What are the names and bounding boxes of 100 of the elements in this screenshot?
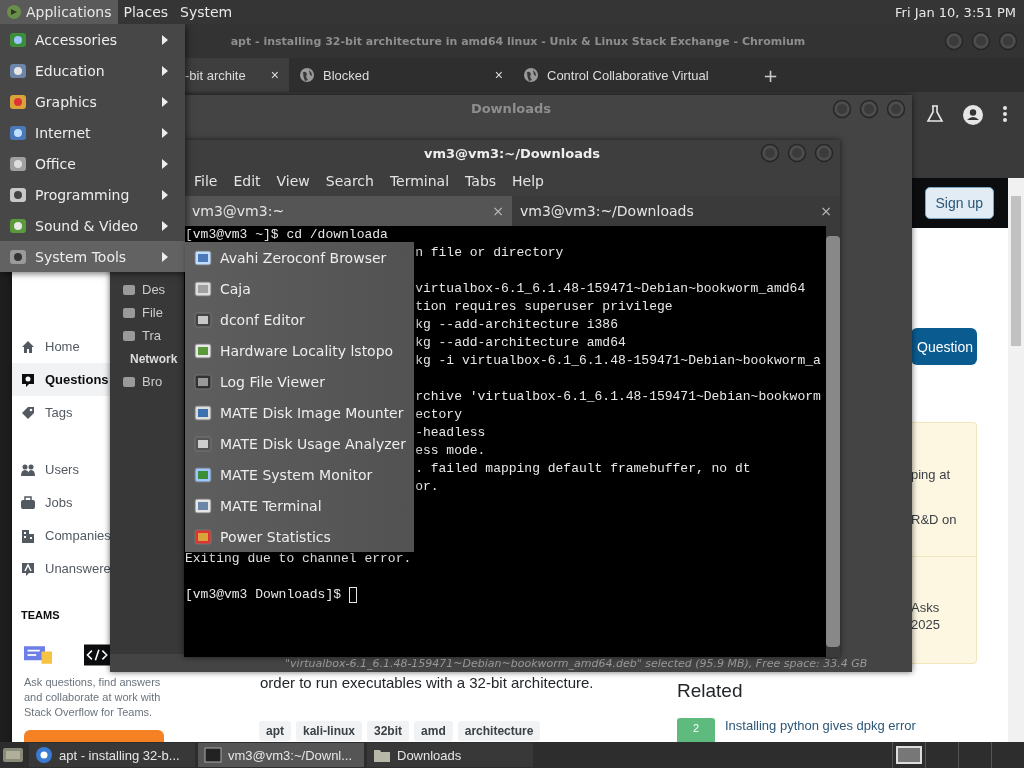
- building-icon: [20, 527, 36, 544]
- browser-tab[interactable]: -bit archite ×: [185, 58, 289, 92]
- profile-icon[interactable]: [962, 104, 984, 126]
- browser-tab[interactable]: Control Collaborative Virtual: [513, 58, 753, 92]
- scrollbar[interactable]: [826, 226, 840, 657]
- tag[interactable]: 32bit: [367, 721, 410, 741]
- terminal-line: kg --add-architecture i386: [415, 317, 618, 332]
- menu-item[interactable]: Programming: [0, 179, 185, 210]
- nav-item[interactable]: Companies: [12, 519, 110, 552]
- tag[interactable]: architecture: [457, 721, 541, 741]
- window-button[interactable]: [859, 98, 879, 119]
- taskbar-button[interactable]: vm3@vm3:~/Downl...: [198, 743, 364, 767]
- menu-item[interactable]: dconf Editor: [185, 304, 414, 335]
- menu-item[interactable]: Education: [0, 55, 185, 86]
- text-cursor: [348, 587, 357, 603]
- scrollbar[interactable]: [1008, 178, 1024, 742]
- app-icon: [193, 247, 213, 268]
- sidebar-item[interactable]: File: [110, 301, 185, 324]
- submenu-arrow-icon: [161, 158, 169, 169]
- window-button[interactable]: [760, 143, 780, 163]
- submenu-arrow-icon: [161, 34, 169, 45]
- code-icon: [83, 643, 110, 667]
- nav-item[interactable]: Unanswere: [12, 552, 110, 585]
- menu-item[interactable]: Terminal: [381, 173, 458, 189]
- app-icon: [193, 340, 213, 361]
- sidebar-item[interactable]: Tra: [110, 324, 185, 347]
- tag[interactable]: apt: [259, 721, 291, 741]
- answer-icon: [20, 560, 36, 577]
- app-icon: [193, 371, 213, 392]
- nav-item[interactable]: Home: [12, 330, 110, 363]
- related-link[interactable]: Installing python gives dpkg error: [725, 718, 916, 733]
- blog-entry[interactable]: R&D on: [911, 511, 976, 528]
- menu-item[interactable]: Help: [504, 173, 552, 189]
- blog-entry[interactable]: ping at: [911, 466, 976, 483]
- menu-item[interactable]: View: [268, 173, 318, 189]
- place-icon: [122, 374, 136, 389]
- menu-item[interactable]: Tabs: [457, 173, 505, 189]
- terminal-line: [vm3@vm3 ~]$ cd /downloada: [185, 227, 388, 242]
- nav-item[interactable]: Tags: [12, 396, 110, 429]
- terminal-tab[interactable]: vm3@vm3:~/Downloads ×: [512, 196, 840, 226]
- flask-icon[interactable]: [926, 104, 944, 124]
- panel-menu[interactable]: Applications: [0, 0, 118, 24]
- new-tab-button[interactable]: +: [763, 64, 779, 86]
- menu-item[interactable]: Accessories: [0, 24, 185, 55]
- menu-item[interactable]: Sound & Video: [0, 210, 185, 241]
- app-icon: [193, 526, 213, 547]
- menu-item[interactable]: MATE System Monitor: [185, 459, 414, 490]
- taskbar-button[interactable]: Downloads: [367, 743, 533, 767]
- menu-item[interactable]: Avahi Zeroconf Browser: [185, 242, 414, 273]
- menu-icon[interactable]: [1002, 104, 1008, 124]
- clock[interactable]: Fri Jan 10, 3:51 PM: [895, 4, 1024, 20]
- sidebar-item[interactable]: Bro: [110, 370, 185, 393]
- ask-question-button[interactable]: Question: [911, 328, 977, 365]
- menu-item[interactable]: MATE Disk Usage Analyzer: [185, 428, 414, 459]
- browser-tab[interactable]: Blocked ×: [289, 58, 513, 92]
- meta-entry[interactable]: Asks: [911, 599, 976, 616]
- sidebar-item[interactable]: Des: [110, 278, 185, 301]
- house-icon: [20, 338, 36, 355]
- menu-item[interactable]: Office: [0, 148, 185, 179]
- menu-item[interactable]: Power Statistics: [185, 521, 414, 552]
- terminal-line: n file or directory: [415, 245, 564, 260]
- sign-up-button[interactable]: Sign up: [924, 187, 994, 219]
- menu-item[interactable]: MATE Terminal: [185, 490, 414, 521]
- panel-menu[interactable]: Places: [117, 0, 175, 24]
- folder-icon: [373, 747, 391, 763]
- score-badge: 2: [677, 718, 715, 742]
- menu-item[interactable]: System Tools: [0, 241, 185, 272]
- menu-item[interactable]: Internet: [0, 117, 185, 148]
- panel-menu[interactable]: System: [174, 0, 239, 24]
- terminal-tab[interactable]: vm3@vm3:~ ×: [184, 196, 512, 226]
- place-icon: [122, 305, 136, 320]
- menu-item[interactable]: Caja: [185, 273, 414, 304]
- menu-item[interactable]: MATE Disk Image Mounter: [185, 397, 414, 428]
- window-button[interactable]: [832, 98, 852, 119]
- terminal-line: virtualbox-6.1_6.1.48-159471~Debian~bookworm_amd64: [415, 281, 806, 296]
- submenu-arrow-icon: [161, 65, 169, 76]
- menu-item[interactable]: Hardware Locality lstopo: [185, 335, 414, 366]
- nav-item[interactable]: Questions: [12, 363, 110, 396]
- menu-item[interactable]: Log File Viewer: [185, 366, 414, 397]
- terminal-line: -headless: [415, 425, 486, 440]
- menu-item[interactable]: Edit: [225, 173, 269, 189]
- window-button[interactable]: [998, 31, 1018, 51]
- window-button[interactable]: [814, 143, 834, 163]
- tag[interactable]: amd: [414, 721, 453, 741]
- window-button[interactable]: [787, 143, 807, 163]
- app-icon: [193, 464, 213, 485]
- workspace-icon[interactable]: [895, 745, 923, 765]
- tag[interactable]: kali-linux: [296, 721, 362, 741]
- nav-item[interactable]: Users: [12, 453, 110, 486]
- menu-item[interactable]: Graphics: [0, 86, 185, 117]
- menu-item[interactable]: Search: [317, 173, 382, 189]
- window-button[interactable]: [886, 98, 906, 119]
- app-icon: [193, 402, 213, 423]
- nav-item[interactable]: Jobs: [12, 486, 110, 519]
- meta-entry[interactable]: 2025: [911, 616, 976, 633]
- taskbar-button[interactable]: apt - installing 32-b...: [29, 743, 195, 767]
- window-button[interactable]: [944, 31, 964, 51]
- window-button[interactable]: [971, 31, 991, 51]
- terminal-line: rchive 'virtualbox-6.1_6.1.48-159471~Debian~bookworm: [415, 389, 821, 404]
- menu-item[interactable]: File: [186, 173, 226, 189]
